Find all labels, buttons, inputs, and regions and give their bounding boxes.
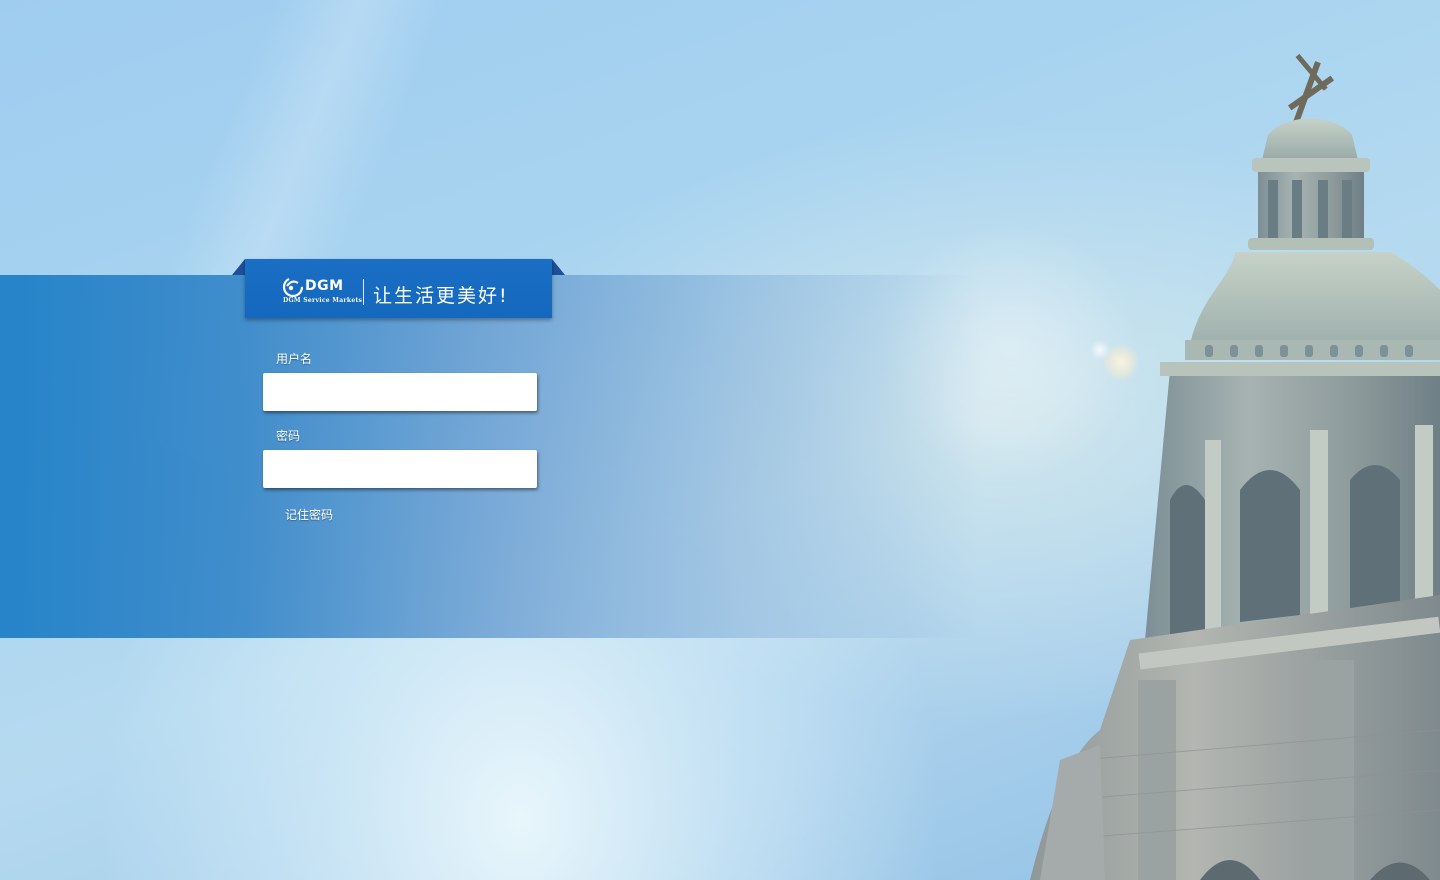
username-input[interactable] — [263, 373, 537, 411]
brand-slogan: 让生活更美好! — [373, 285, 509, 307]
church-tower-image — [1030, 53, 1440, 880]
dgm-logo: DGM DGM Service Markets — [283, 277, 362, 305]
ribbon-fold-right — [552, 259, 565, 275]
password-label: 密码 — [276, 429, 301, 443]
lens-flare-dot-small — [1090, 340, 1110, 360]
logo-subtitle: DGM Service Markets — [283, 297, 363, 304]
brand-ribbon: DGM DGM Service Markets 让生活更美好! — [245, 259, 552, 318]
dgm-swirl-logo-icon — [283, 277, 303, 297]
remember-password-option[interactable]: 记住密码 — [285, 506, 333, 523]
username-label: 用户名 — [276, 352, 313, 366]
password-input[interactable] — [263, 450, 537, 488]
ribbon-divider — [363, 279, 364, 305]
logo-name: DGM — [305, 278, 344, 294]
ribbon-fold-left — [232, 259, 245, 275]
login-page: DGM DGM Service Markets 让生活更美好! 用户名 密码 记… — [0, 0, 1440, 880]
